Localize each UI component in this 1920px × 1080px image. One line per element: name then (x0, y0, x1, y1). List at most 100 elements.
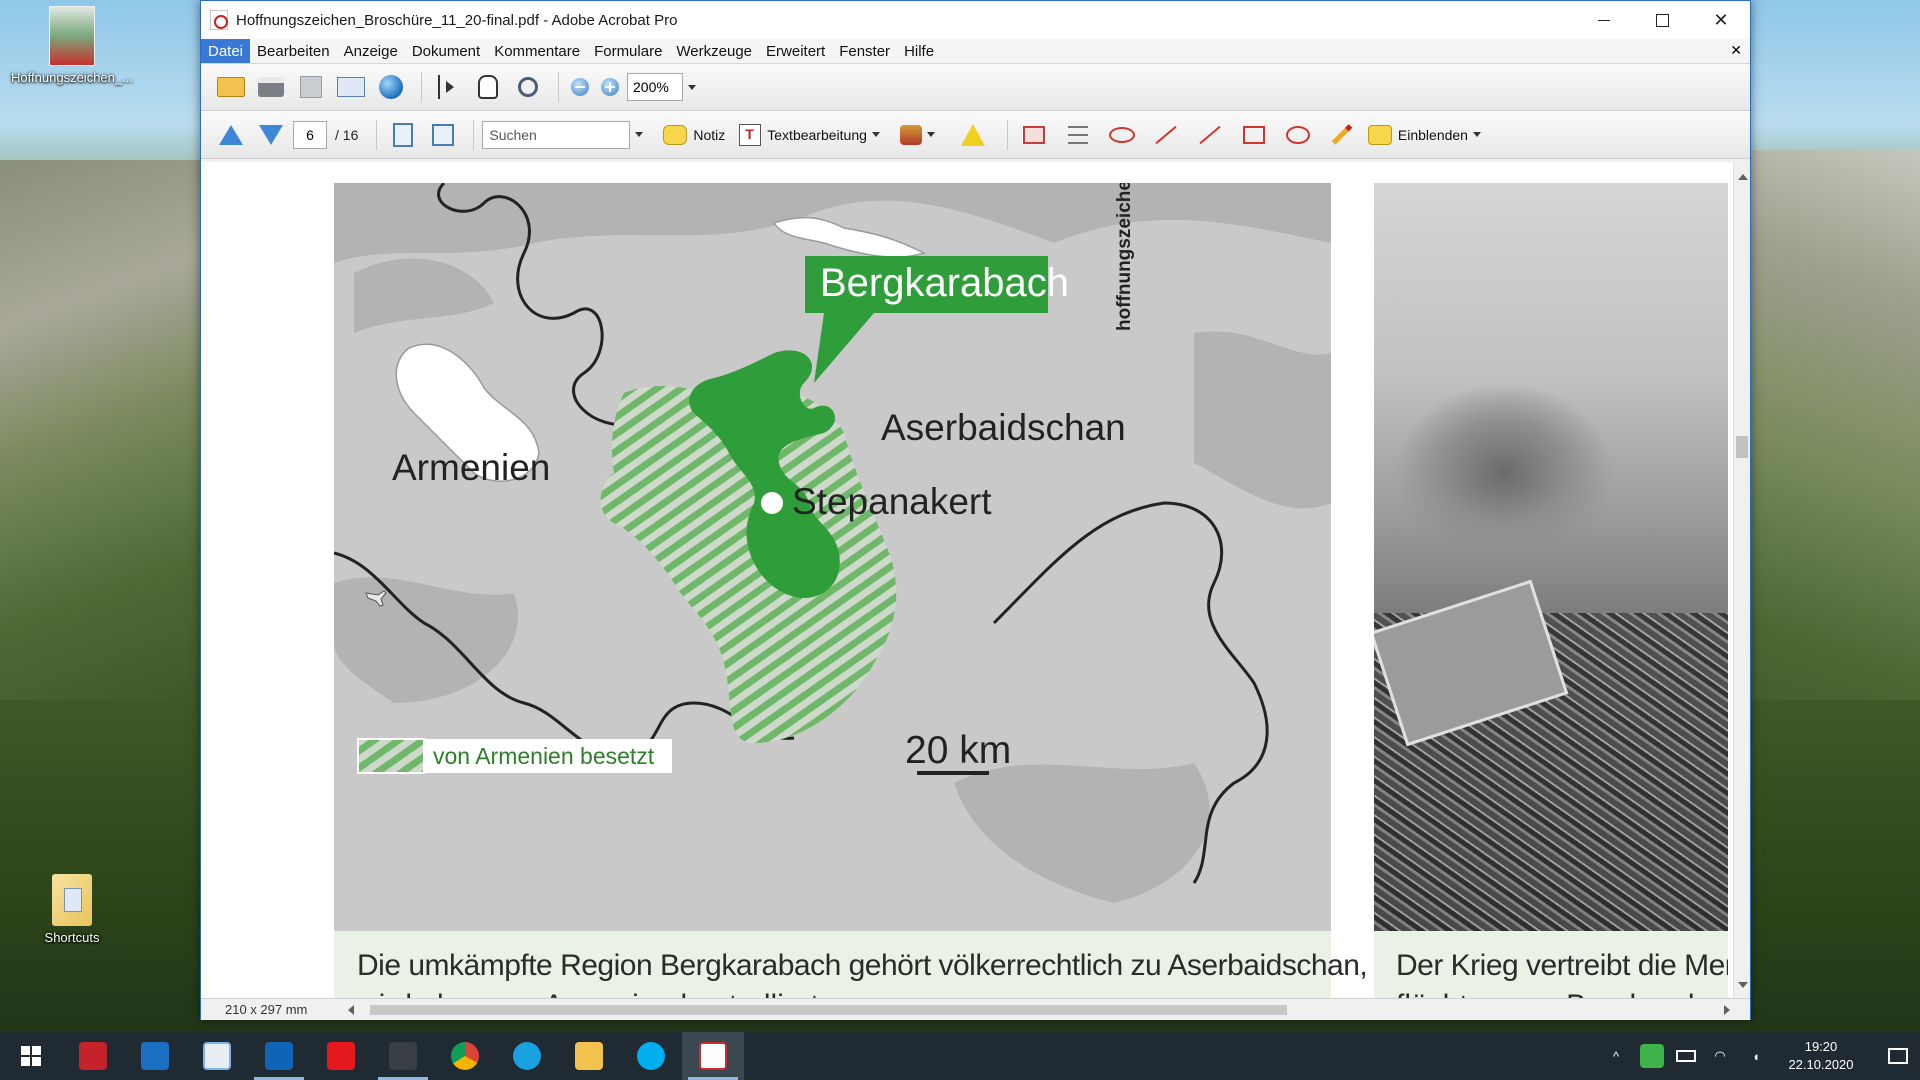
chevron-down-icon (1472, 132, 1481, 137)
document-close-button[interactable]: ✕ (1730, 42, 1742, 59)
taskbar-app-ie[interactable] (496, 1032, 558, 1080)
menu-fenster[interactable]: Fenster (832, 39, 897, 63)
minimize-button[interactable] (1575, 1, 1633, 39)
menu-datei[interactable]: Datei (201, 39, 251, 63)
security-shield-icon[interactable] (1640, 1044, 1664, 1068)
caption-left-line1: Die umkämpfte Region Bergkarabach gehört… (357, 949, 1368, 982)
arrow-tool[interactable] (1148, 118, 1184, 152)
menu-anzeige[interactable]: Anzeige (337, 39, 405, 63)
map-vertical-label: hoffnungszeichen (1114, 183, 1135, 331)
title-bar[interactable]: Hoffnungszeichen_Broschüre_11_20-final.p… (201, 1, 1750, 39)
email-button[interactable] (333, 70, 369, 104)
fit-page-button[interactable] (385, 118, 421, 152)
show-comments-tool[interactable]: Einblenden (1367, 124, 1487, 145)
taskbar-app-acrobat[interactable] (682, 1032, 744, 1080)
horizontal-scrollbar[interactable] (344, 1003, 1734, 1017)
highlight-tool[interactable] (1016, 118, 1052, 152)
print-button[interactable] (253, 70, 289, 104)
toolbar-file: 200% (201, 64, 1750, 111)
zoom-out-icon (571, 78, 589, 96)
close-button[interactable]: ✕ (1692, 1, 1750, 39)
page-number-input[interactable]: 6 (293, 120, 327, 149)
notification-button[interactable] (1876, 1032, 1920, 1080)
shield-app-icon (79, 1042, 107, 1070)
cloud-tool[interactable] (1104, 118, 1140, 152)
scroll-down-icon[interactable] (1738, 982, 1748, 988)
toolbar-separator (421, 72, 422, 102)
folder-icon (52, 874, 92, 926)
rectangle-tool[interactable] (1236, 118, 1272, 152)
menu-bearbeiten[interactable]: Bearbeiten (250, 39, 337, 63)
file-explorer-icon (575, 1042, 603, 1070)
open-button[interactable] (213, 70, 249, 104)
war-photo (1374, 183, 1728, 931)
desktop-icon-shortcuts[interactable]: Shortcuts (2, 874, 142, 945)
battery-icon[interactable] (1676, 1050, 1696, 1062)
scroll-left-icon[interactable] (348, 1005, 354, 1015)
zoom-in-button[interactable] (597, 70, 623, 104)
search-input[interactable]: Suchen (482, 120, 631, 149)
taskbar-app-chrome[interactable] (434, 1032, 496, 1080)
clock[interactable]: 19:20 22.10.2020 (1784, 1038, 1858, 1074)
menu-dokument[interactable]: Dokument (405, 39, 487, 63)
map-figure: hoffnungszeichen Bergkarabach Aserbaidsc… (334, 183, 1331, 931)
taskbar: ^ ◠ ◖ 19:20 22.10.2020 (0, 1032, 1920, 1080)
zoom-out-button[interactable] (567, 70, 593, 104)
scroll-thumb[interactable] (370, 1005, 1287, 1015)
desktop-icon-pdf[interactable]: Hoffnungszeichen_... (2, 6, 142, 85)
toolbar-separator (1006, 119, 1008, 150)
note-label: Notiz (693, 126, 726, 143)
textbox-tool[interactable] (1060, 118, 1096, 152)
page-total: / 16 (335, 126, 359, 143)
document-viewport[interactable]: hoffnungszeichen Bergkarabach Aserbaidsc… (201, 162, 1750, 998)
scroll-right-icon[interactable] (1724, 1005, 1730, 1015)
taskbar-app-network[interactable] (124, 1032, 186, 1080)
oval-icon (1285, 125, 1310, 144)
toolbar-separator (376, 119, 378, 150)
wifi-icon[interactable]: ◠ (1708, 1044, 1732, 1068)
taskbar-app-notepad[interactable] (186, 1032, 248, 1080)
chevron-up-icon[interactable]: ^ (1604, 1044, 1628, 1068)
note-tool[interactable]: Notiz (663, 124, 726, 145)
next-page-button[interactable] (253, 118, 289, 152)
scroll-thumb[interactable] (1736, 436, 1748, 458)
menu-hilfe[interactable]: Hilfe (897, 39, 941, 63)
zoom-tool-button[interactable] (510, 70, 546, 104)
menu-werkzeuge[interactable]: Werkzeuge (669, 39, 759, 63)
zoom-input[interactable]: 200% (627, 73, 683, 101)
taskbar-app-outlook[interactable] (248, 1032, 310, 1080)
stamp-tool[interactable] (899, 124, 941, 145)
network-app-icon (141, 1042, 169, 1070)
toolbar-tools: 6 / 16 Suchen Notiz Textbearbeitung (201, 111, 1750, 159)
taskbar-app-skype[interactable] (620, 1032, 682, 1080)
city-marker (761, 492, 783, 514)
previous-page-button[interactable] (213, 118, 249, 152)
attach-tool[interactable] (955, 118, 991, 152)
start-button[interactable] (0, 1032, 62, 1080)
hand-tool-button[interactable] (470, 70, 506, 104)
arrow-icon (1155, 125, 1177, 144)
menu-kommentare[interactable]: Kommentare (487, 39, 587, 63)
menu-erweitert[interactable]: Erweitert (759, 39, 832, 63)
maximize-button[interactable] (1633, 1, 1691, 39)
save-button[interactable] (293, 70, 329, 104)
taskbar-app-diasys[interactable] (310, 1032, 372, 1080)
scroll-up-icon[interactable] (1738, 174, 1748, 180)
pencil-tool[interactable] (1324, 118, 1360, 152)
taskbar-app-explorer[interactable] (558, 1032, 620, 1080)
warning-icon (960, 123, 985, 146)
web-button[interactable] (373, 70, 409, 104)
taskbar-app-shield[interactable] (62, 1032, 124, 1080)
menu-formulare[interactable]: Formulare (587, 39, 669, 63)
search-dropdown-icon[interactable] (635, 132, 644, 137)
menu-bar: Datei Bearbeiten Anzeige Dokument Kommen… (201, 39, 1750, 64)
oval-tool[interactable] (1280, 118, 1316, 152)
select-tool-button[interactable] (430, 70, 466, 104)
fit-width-button[interactable] (425, 118, 461, 152)
textedit-tool[interactable]: Textbearbeitung (739, 123, 886, 146)
volume-icon[interactable]: ◖ (1744, 1044, 1768, 1068)
vertical-scrollbar[interactable] (1733, 162, 1750, 998)
line-tool[interactable] (1192, 118, 1228, 152)
taskbar-app-dark[interactable] (372, 1032, 434, 1080)
zoom-dropdown-icon[interactable] (688, 84, 696, 90)
